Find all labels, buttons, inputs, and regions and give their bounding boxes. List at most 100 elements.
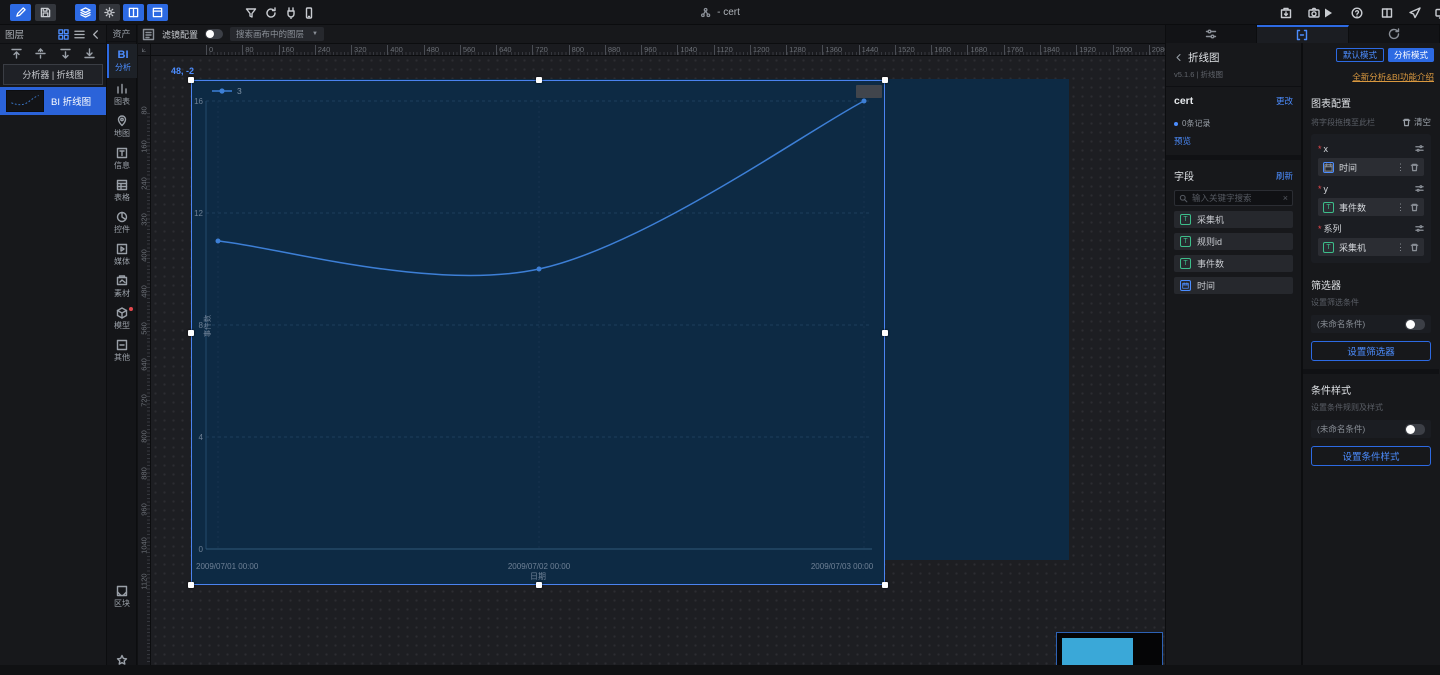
string-field-icon: T: [1180, 258, 1191, 269]
collapse-panel-icon[interactable]: [90, 29, 101, 40]
back-icon[interactable]: [1174, 53, 1183, 62]
line-chart-widget[interactable]: 3 0 4 8 12 16 2009/07/01 00:00 2009/07/02 00:0…: [188, 77, 888, 588]
nav-item-widgets[interactable]: 控件: [107, 208, 137, 238]
change-dataset-link[interactable]: 更改: [1276, 95, 1293, 107]
remove-field-icon[interactable]: [1410, 203, 1419, 212]
refresh-fields-link[interactable]: 刷新: [1276, 170, 1293, 182]
panel-toggle-icon[interactable]: [142, 28, 155, 41]
layer-item-selected[interactable]: BI 折线图: [0, 87, 106, 115]
filter-tool-icon[interactable]: [240, 4, 262, 21]
field-item[interactable]: T 规则id: [1174, 233, 1293, 250]
field-search-input[interactable]: [1192, 193, 1279, 203]
clear-search-icon[interactable]: ×: [1283, 193, 1288, 203]
chart-legend[interactable]: 3: [212, 86, 242, 96]
canvas-minimap[interactable]: [1056, 632, 1163, 665]
bring-to-front-icon[interactable]: [10, 47, 23, 60]
settings-button[interactable]: [99, 4, 120, 21]
x-axis-field-chip[interactable]: 时间 ⋮: [1318, 158, 1424, 176]
move-up-icon[interactable]: [34, 47, 47, 60]
nav-item-materials[interactable]: 素材: [107, 272, 137, 302]
layer-group-item[interactable]: 分析器 | 折线图: [3, 64, 103, 85]
publish-button[interactable]: [1404, 4, 1426, 21]
remove-field-icon[interactable]: [1410, 163, 1419, 172]
vertical-ruler[interactable]: 80 160 240 320 400 480 560 640 720 800 880 960 1040 1…: [138, 56, 151, 665]
nav-item-others[interactable]: 其他: [107, 336, 137, 366]
list-view-icon[interactable]: [74, 29, 85, 40]
ruler-corner-toggle[interactable]: ⟀: [138, 44, 151, 56]
snapshot-button[interactable]: [147, 4, 168, 21]
tab-assets[interactable]: 资产: [107, 25, 136, 42]
slot-settings-icon[interactable]: [1415, 224, 1424, 233]
clear-fields-button[interactable]: 清空: [1402, 116, 1431, 128]
preview-link[interactable]: 预览: [1174, 135, 1293, 147]
slot-settings-icon[interactable]: [1415, 144, 1424, 153]
export-button[interactable]: [1275, 4, 1297, 21]
tab-style-settings[interactable]: [1166, 25, 1258, 43]
filter-condition-toggle[interactable]: [1405, 318, 1425, 330]
refresh-tool-icon[interactable]: [260, 4, 282, 21]
resize-handle-sw[interactable]: [188, 582, 194, 588]
analysis-mode-button[interactable]: 分析模式: [1387, 48, 1434, 62]
nav-item-media[interactable]: 媒体: [107, 240, 137, 270]
move-down-icon[interactable]: [59, 47, 72, 60]
nav-item-favorites[interactable]: [107, 645, 137, 675]
svg-text:16: 16: [194, 97, 203, 106]
field-item[interactable]: 时间: [1174, 277, 1293, 294]
resize-handle-nw[interactable]: [188, 77, 194, 83]
canvas-area: 滤镜配置 搜索画布中的图层 ▼ ⟀ 0 80 160 240 320 400 480 560 6…: [138, 25, 1165, 665]
nav-item-blocks[interactable]: 区块: [107, 582, 137, 612]
preview-layout-button[interactable]: [1376, 4, 1398, 21]
field-item[interactable]: T 采集机: [1174, 211, 1293, 228]
resize-handle-e[interactable]: [882, 330, 888, 336]
data-source-column: 折线图 v5.1.6 | 折线图 cert 更改 0条记录 预览 字段 刷新 输…: [1166, 43, 1303, 665]
split-view-button[interactable]: [123, 4, 144, 21]
remove-field-icon[interactable]: [1410, 243, 1419, 252]
nav-item-bi-analysis[interactable]: BI 分析: [107, 44, 137, 78]
nav-item-tables[interactable]: 表格: [107, 176, 137, 206]
nav-item-info[interactable]: 信息: [107, 144, 137, 174]
send-to-back-icon[interactable]: [83, 47, 96, 60]
nav-item-charts[interactable]: 图表: [107, 80, 137, 110]
tab-history[interactable]: [1349, 25, 1440, 43]
design-canvas[interactable]: 48, -2 3 0 4 8 12 16 2009/07/01 00:00 2009/07/…: [151, 56, 1165, 665]
resize-handle-ne[interactable]: [882, 77, 888, 83]
default-mode-button[interactable]: 默认模式: [1335, 48, 1384, 62]
nav-item-maps[interactable]: 地图: [107, 112, 137, 142]
filter-config-toggle[interactable]: [205, 29, 224, 39]
display-button[interactable]: [1430, 4, 1440, 21]
nav-item-models[interactable]: 模型: [107, 304, 137, 334]
set-filter-button[interactable]: 设置筛选器: [1311, 341, 1431, 361]
cond-style-condition-row: (未命名条件): [1311, 420, 1431, 438]
config-panel: 折线图 v5.1.6 | 折线图 cert 更改 0条记录 预览 字段 刷新 输…: [1165, 25, 1440, 665]
cond-style-title: 条件样式: [1311, 386, 1351, 397]
resize-handle-w[interactable]: [188, 330, 194, 336]
edit-button[interactable]: [10, 4, 31, 21]
layers-button[interactable]: [75, 4, 96, 21]
field-more-icon[interactable]: ⋮: [1396, 242, 1405, 253]
field-search-box[interactable]: ×: [1174, 190, 1293, 206]
resize-handle-s[interactable]: [536, 582, 542, 588]
chevron-down-icon: ▼: [312, 31, 318, 37]
resize-handle-n[interactable]: [536, 77, 542, 83]
help-button[interactable]: [1346, 4, 1368, 21]
horizontal-ruler[interactable]: 0 80 160 240 320 400 480 560 640 720 800 880 960 1040…: [151, 44, 1165, 56]
drag-hint: 将字段拖拽至此栏: [1311, 117, 1375, 127]
field-item[interactable]: T 事件数: [1174, 255, 1293, 272]
set-cond-style-button[interactable]: 设置条件样式: [1311, 446, 1431, 466]
tab-data-config[interactable]: [1257, 25, 1349, 43]
field-more-icon[interactable]: ⋮: [1396, 202, 1405, 213]
y-axis-field-chip[interactable]: T 事件数 ⋮: [1318, 198, 1424, 216]
grid-view-icon[interactable]: [58, 28, 69, 40]
resize-handle-se[interactable]: [882, 582, 888, 588]
slot-settings-icon[interactable]: [1415, 184, 1424, 193]
promo-link[interactable]: 全新分析&BI功能介绍: [1352, 72, 1434, 82]
series-field-chip[interactable]: T 采集机 ⋮: [1318, 238, 1424, 256]
play-button[interactable]: [1322, 4, 1334, 21]
cond-style-toggle[interactable]: [1405, 423, 1425, 435]
save-button[interactable]: [35, 4, 56, 21]
minimap-viewport[interactable]: [1062, 638, 1133, 665]
widget-menu-button[interactable]: [856, 85, 882, 98]
field-more-icon[interactable]: ⋮: [1396, 162, 1405, 173]
layer-search-select[interactable]: 搜索画布中的图层 ▼: [230, 27, 324, 41]
mobile-preview-icon[interactable]: [298, 4, 320, 21]
